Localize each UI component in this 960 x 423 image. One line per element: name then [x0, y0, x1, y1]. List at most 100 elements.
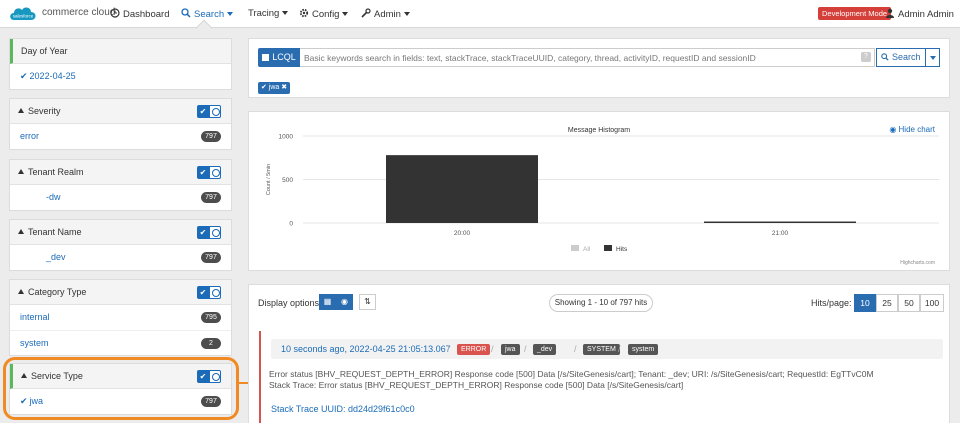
- user-name: Admin Admin: [898, 9, 954, 20]
- facet-category-type: Category Type ✔ internal 795 system 2: [9, 279, 232, 356]
- nav-tracing[interactable]: Tracing: [248, 8, 289, 19]
- chevron-down-icon: [227, 12, 234, 16]
- stack-trace-uuid-link[interactable]: Stack Trace UUID: dd24d29f61c0c0: [271, 404, 415, 414]
- label-tenant[interactable]: _dev: [533, 344, 557, 355]
- search-icon: [181, 8, 191, 18]
- facet-header[interactable]: Severity ✔: [10, 99, 231, 124]
- grid-view-icon[interactable]: ▦: [319, 294, 336, 310]
- brand-name: commerce cloud: [42, 7, 116, 18]
- user-menu[interactable]: Admin Admin: [885, 8, 954, 20]
- facet-header[interactable]: Day of Year: [10, 39, 231, 64]
- log-entry: 10 seconds ago, 2022-04-25 21:05:13.067 …: [259, 331, 943, 423]
- facet-title: Category Type: [28, 287, 87, 297]
- facet-item[interactable]: internal 795: [10, 305, 231, 330]
- collapse-arrow-icon: [18, 108, 24, 113]
- facet-item[interactable]: system 2: [10, 330, 231, 355]
- log-message: Error status [BHV_REQUEST_DEPTH_ERROR] R…: [269, 369, 874, 391]
- chevron-down-icon: [342, 12, 349, 16]
- facet-item[interactable]: ✔ 2022-04-25: [10, 64, 231, 89]
- collapse-arrow-icon: [18, 169, 24, 174]
- nav-dashboard[interactable]: Dashboard: [110, 8, 169, 20]
- facet-count: 797: [201, 252, 221, 263]
- search-input[interactable]: [300, 48, 875, 67]
- facet-toggle-buttons[interactable]: ✔: [197, 286, 221, 299]
- log-stack-line: Stack Trace: Error status [BHV_REQUEST_D…: [269, 380, 684, 390]
- facet-toggle-buttons[interactable]: ✔: [197, 166, 221, 179]
- label-type[interactable]: system: [628, 344, 659, 355]
- exclude-icon[interactable]: [209, 286, 221, 299]
- facet-header[interactable]: Category Type ✔: [10, 280, 231, 305]
- nav-admin[interactable]: Admin: [361, 8, 410, 20]
- help-icon[interactable]: ?: [861, 52, 871, 62]
- facet-header[interactable]: Tenant Realm ✔: [10, 160, 231, 185]
- facet-count: 2: [201, 338, 221, 349]
- check-icon[interactable]: ✔: [197, 286, 209, 299]
- clock-icon: [110, 8, 120, 18]
- label-category[interactable]: SYSTEM: [583, 344, 620, 355]
- chevron-down-icon: [403, 12, 410, 16]
- facet-value: internal: [20, 312, 50, 322]
- nav-tracing-label: Tracing: [248, 8, 280, 19]
- exclude-icon[interactable]: [209, 226, 221, 239]
- facet-value: system: [20, 338, 49, 348]
- facet-day-of-year: Day of Year ✔ 2022-04-25: [9, 38, 232, 90]
- search-button-label: Search: [891, 52, 921, 62]
- lcql-toggle[interactable]: LCQL: [258, 48, 300, 67]
- log-entry-header: 10 seconds ago, 2022-04-25 21:05:13.067 …: [271, 339, 943, 359]
- display-options-label: Display options:: [258, 298, 322, 308]
- page-size-100[interactable]: 100: [920, 294, 944, 312]
- facet-tenant-realm: Tenant Realm ✔ -dw 797: [9, 159, 232, 211]
- check-icon[interactable]: ✔: [197, 105, 209, 118]
- salesforce-logo-icon[interactable]: salesforce: [8, 4, 38, 24]
- chevron-down-icon: [282, 11, 289, 15]
- nav-search[interactable]: Search: [181, 8, 234, 20]
- label-service[interactable]: jwa: [501, 344, 520, 355]
- page-size-10[interactable]: 10: [854, 294, 876, 312]
- page-size-25[interactable]: 25: [876, 294, 898, 312]
- facet-severity: Severity ✔ error 797: [9, 98, 232, 150]
- eye-icon[interactable]: ◉: [336, 294, 353, 310]
- y-tick-label: 1000: [279, 134, 294, 141]
- separator: /: [574, 344, 577, 354]
- checkbox-icon: [262, 54, 270, 61]
- legend-label: All: [583, 246, 591, 253]
- page-size-50[interactable]: 50: [898, 294, 920, 312]
- close-icon[interactable]: ✖: [281, 84, 287, 91]
- histogram-chart: Message Histogram ◉ Hide chart 0 500 1000 Cou…: [266, 125, 939, 266]
- facet-title: Tenant Realm: [28, 167, 84, 177]
- log-entry-time[interactable]: 10 seconds ago, 2022-04-25 21:05:13.067: [281, 344, 451, 354]
- facet-title: Severity: [28, 106, 61, 116]
- facet-toggle-buttons[interactable]: ✔: [197, 226, 221, 239]
- check-icon[interactable]: ✔: [197, 166, 209, 179]
- facet-item[interactable]: -dw 797: [10, 185, 231, 210]
- exclude-icon[interactable]: [209, 105, 221, 118]
- search-dropdown-button[interactable]: [926, 48, 940, 67]
- hide-chart-link[interactable]: ◉ Hide chart: [889, 125, 935, 134]
- facet-header[interactable]: Tenant Name ✔: [10, 220, 231, 245]
- search-button[interactable]: Search: [876, 48, 926, 67]
- collapse-arrow-icon: [18, 289, 24, 294]
- hits-per-page-label: Hits/page:: [811, 298, 852, 308]
- x-tick-label: 20:00: [454, 230, 471, 237]
- label-error[interactable]: ERROR: [457, 344, 491, 355]
- brand-logo-text: salesforce: [13, 14, 34, 19]
- facet-item[interactable]: _dev 797: [10, 245, 231, 270]
- sort-icon[interactable]: ⇅: [359, 294, 376, 310]
- y-tick-label: 500: [282, 177, 293, 184]
- nav-config-label: Config: [312, 9, 340, 20]
- log-message-line: Error status [BHV_REQUEST_DEPTH_ERROR] R…: [269, 369, 874, 379]
- filter-tag[interactable]: ✔ jwa ✖: [258, 82, 291, 94]
- nav-dashboard-label: Dashboard: [123, 9, 170, 20]
- chevron-down-icon: [930, 56, 936, 60]
- facet-toggle-buttons[interactable]: ✔: [197, 105, 221, 118]
- service-type-highlight: [3, 357, 239, 420]
- facet-item[interactable]: error 797: [10, 124, 231, 149]
- nav-config[interactable]: Config: [299, 8, 349, 20]
- facet-count: 795: [201, 312, 221, 323]
- exclude-icon[interactable]: [209, 166, 221, 179]
- histogram-bar: [704, 221, 856, 223]
- x-tick-label: 21:00: [772, 230, 789, 237]
- chart-title: Message Histogram: [568, 127, 630, 134]
- top-navbar: salesforce commerce cloud Dashboard Sear…: [0, 0, 960, 28]
- check-icon[interactable]: ✔: [197, 226, 209, 239]
